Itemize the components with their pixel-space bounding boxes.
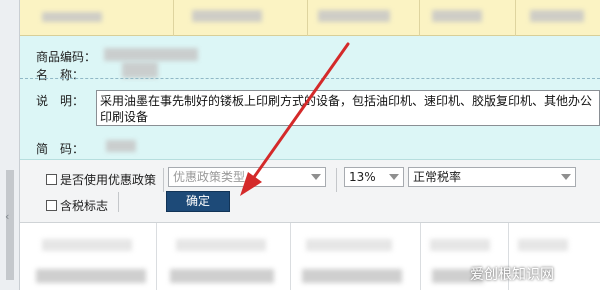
tax-rate-value: 13%: [349, 170, 376, 184]
product-code-label: 商品编码：: [36, 50, 97, 64]
divider: [20, 78, 600, 79]
redacted-text: [530, 10, 584, 22]
tax-type-value: 正常税率: [413, 170, 462, 184]
divider: [420, 223, 421, 290]
preferential-type-select[interactable]: 优惠政策类型: [168, 167, 326, 187]
redacted-cell: [430, 239, 490, 251]
use-preferential-label: 是否使用优惠政策: [60, 173, 157, 187]
product-info-panel: 商品编码： 名 称： 说 明： 采用油墨在事先制好的镂板上印刷方式的设备，包括油…: [20, 36, 600, 160]
confirm-button[interactable]: 确定: [166, 191, 230, 212]
table-header-row: [20, 0, 600, 36]
redacted-text: [432, 10, 482, 22]
header-cell: [308, 0, 420, 36]
watermark: 爱创根知识网: [470, 267, 554, 283]
divider: [118, 192, 119, 212]
redacted-text: [318, 10, 390, 22]
preferential-type-placeholder: 优惠政策类型: [173, 170, 246, 184]
redacted-cell: [302, 269, 402, 283]
tax-rate-select[interactable]: 13%: [344, 167, 404, 187]
chevron-down-icon[interactable]: [389, 174, 399, 180]
tax-included-label: 含税标志: [60, 199, 109, 213]
redacted-text: [192, 10, 262, 22]
header-cell: [420, 0, 516, 36]
vertical-scrollbar[interactable]: ‹: [0, 0, 20, 290]
checkbox-icon[interactable]: [46, 174, 57, 185]
product-code-value: [104, 48, 198, 61]
chevron-left-icon[interactable]: ‹: [5, 210, 9, 223]
divider: [290, 223, 291, 290]
redacted-cell: [42, 239, 132, 251]
redacted-cell: [170, 269, 274, 283]
chevron-down-icon[interactable]: [311, 174, 321, 180]
use-preferential-checkbox[interactable]: 是否使用优惠政策: [46, 171, 156, 188]
divider: [336, 168, 337, 192]
name-label: 名 称：: [36, 68, 85, 82]
checkbox-icon[interactable]: [46, 200, 57, 211]
description-label: 说 明：: [36, 94, 85, 108]
divider: [163, 168, 164, 192]
chevron-down-icon[interactable]: [561, 174, 571, 180]
short-code-value: [106, 140, 136, 152]
redacted-cell: [36, 269, 146, 283]
redacted-cell: [306, 239, 392, 251]
short-code-label: 简 码：: [36, 142, 85, 156]
tax-settings-bar: 是否使用优惠政策 优惠政策类型 13% 正常税率 含税标志 确定: [20, 160, 600, 222]
name-value: [122, 62, 158, 78]
tax-included-checkbox[interactable]: 含税标志: [46, 197, 108, 214]
header-cell: [20, 0, 174, 36]
redacted-text: [42, 12, 102, 22]
tax-type-select[interactable]: 正常税率: [408, 167, 576, 187]
scrollbar-thumb[interactable]: [6, 170, 14, 280]
header-cell: [516, 0, 600, 36]
header-cell: [174, 0, 308, 36]
divider: [156, 223, 157, 290]
redacted-cell: [176, 239, 266, 251]
redacted-cell: [518, 239, 568, 251]
description-field[interactable]: 采用油墨在事先制好的镂板上印刷方式的设备，包括油印机、速印机、胶版复印机、其他办…: [96, 90, 600, 126]
